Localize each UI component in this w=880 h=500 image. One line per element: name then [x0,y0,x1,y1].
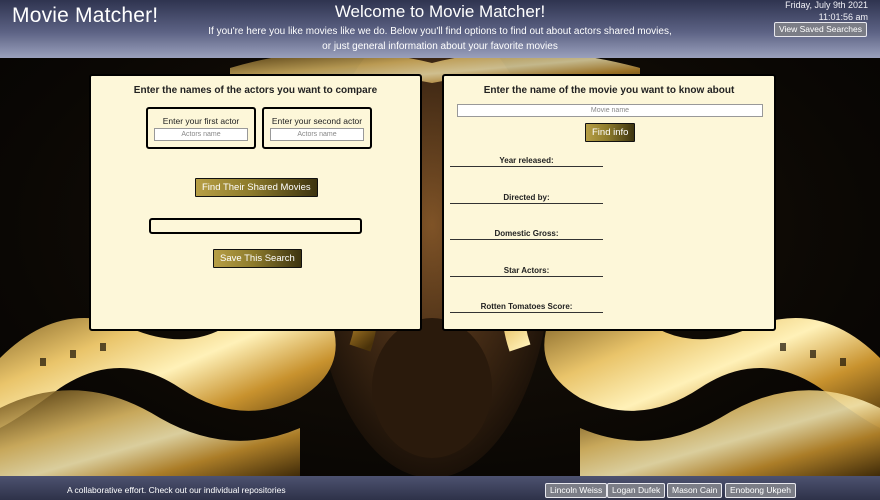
second-actor-input[interactable] [270,128,364,141]
domestic-gross-field: Domestic Gross: [450,229,603,240]
repo-button-enobong-ukpeh[interactable]: Enobong Ukpeh [725,483,796,498]
star-actors-field: Star Actors: [450,266,603,277]
first-actor-box: Enter your first actor [146,107,256,149]
find-info-button[interactable]: Find info [585,123,636,142]
repo-button-mason-cain[interactable]: Mason Cain [667,483,723,498]
second-actor-label: Enter your second actor [271,116,363,126]
find-shared-movies-button[interactable]: Find Their Shared Movies [195,178,318,197]
welcome-title: Welcome to Movie Matcher! [334,2,546,21]
directed-by-field: Directed by: [450,193,603,204]
actor-compare-panel: Enter the names of the actors you want t… [89,74,422,331]
header: Movie Matcher! Welcome to Movie Matcher!… [0,0,880,58]
current-time: 11:01:56 am [818,12,868,22]
rotten-tomatoes-field: Rotten Tomatoes Score: [450,302,603,313]
current-date: Friday, July 9th 2021 [785,0,868,10]
actor-compare-heading: Enter the names of the actors you want t… [133,85,378,96]
second-actor-box: Enter your second actor [262,107,372,149]
save-search-button[interactable]: Save This Search [213,249,302,268]
movie-info-heading: Enter the name of the movie you want to … [483,85,735,96]
shared-movies-results [149,218,362,234]
footer: A collaborative effort. Check out our in… [0,476,880,500]
first-actor-label: Enter your first actor [162,116,240,126]
intro-text: If you're here you like movies like we d… [0,24,880,54]
movie-name-input[interactable] [457,104,763,117]
repo-button-logan-dufek[interactable]: Logan Dufek [607,483,666,498]
view-saved-searches-button[interactable]: View Saved Searches [773,22,867,37]
footer-text: A collaborative effort. Check out our in… [67,485,286,495]
first-actor-input[interactable] [154,128,248,141]
repo-button-lincoln-weiss[interactable]: Lincoln Weiss [545,483,608,498]
intro-line-2: or just general information about your f… [322,41,558,52]
intro-line-1: If you're here you like movies like we d… [208,26,672,37]
year-released-field: Year released: [450,156,603,167]
movie-info-panel: Enter the name of the movie you want to … [442,74,776,331]
